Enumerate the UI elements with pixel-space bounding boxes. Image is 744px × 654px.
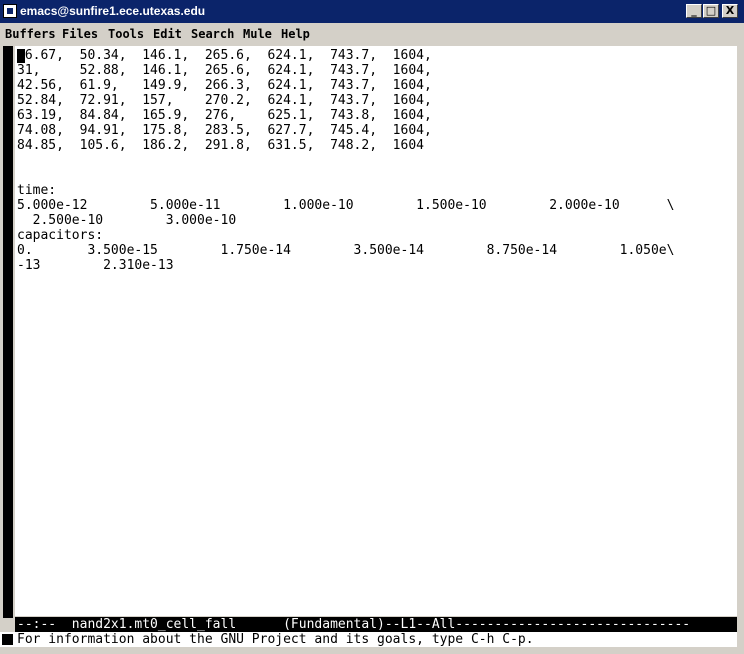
- mode-line: --:-- nand2x1.mt0_cell_fall (Fundamental…: [15, 617, 737, 632]
- buffer-line: time:: [17, 183, 57, 198]
- buffer-line: -13 2.310e-13: [17, 258, 174, 273]
- window-title: emacs@sunfire1.ece.utexas.edu: [20, 4, 206, 18]
- menu-edit[interactable]: Edit: [153, 27, 182, 42]
- menu-bar: Buffers Files Tools Edit Search Mule Hel…: [0, 24, 744, 45]
- buffer-line: 84.85, 105.6, 186.2, 291.8, 631.5, 748.2…: [17, 138, 424, 153]
- mode-line-text: --:-- nand2x1.mt0_cell_fall (Fundamental…: [17, 617, 691, 632]
- menu-search[interactable]: Search: [191, 27, 234, 42]
- window-frame-right: [737, 46, 744, 647]
- buffer-line: 42.56, 61.9, 149.9, 266.3, 624.1, 743.7,…: [17, 78, 432, 93]
- maximize-button[interactable]: □: [703, 4, 719, 18]
- window-frame-bottom: [0, 647, 744, 654]
- app-icon[interactable]: [3, 4, 17, 18]
- buffer-line: 52.84, 72.91, 157, 270.2, 624.1, 743.7, …: [17, 93, 432, 108]
- minibuffer-message: For information about the GNU Project an…: [17, 632, 534, 647]
- menu-help[interactable]: Help: [281, 27, 310, 42]
- minibuffer-indicator: [2, 634, 13, 645]
- buffer-content[interactable]: 26.67, 50.34, 146.1, 265.6, 624.1, 743.7…: [17, 48, 674, 273]
- vertical-scrollbar[interactable]: [0, 46, 15, 632]
- buffer-line: 0. 3.500e-15 1.750e-14 3.500e-14 8.750e-…: [17, 243, 675, 258]
- minibuffer[interactable]: For information about the GNU Project an…: [0, 632, 737, 647]
- buffer-line: 5.000e-12 5.000e-11 1.000e-10 1.500e-10 …: [17, 198, 675, 213]
- menu-tools[interactable]: Tools: [108, 27, 144, 42]
- buffer-line: 2.500e-10 3.000e-10: [17, 213, 237, 228]
- buffer-line: 26.67, 50.34, 146.1, 265.6, 624.1, 743.7…: [17, 48, 432, 63]
- menu-buffers[interactable]: Buffers: [5, 27, 56, 42]
- title-bar: emacs@sunfire1.ece.utexas.edu _ □ X: [0, 0, 744, 23]
- minimize-button[interactable]: _: [686, 4, 702, 18]
- text-cursor: [17, 49, 25, 63]
- buffer-line: 31, 52.88, 146.1, 265.6, 624.1, 743.7, 1…: [17, 63, 432, 78]
- menu-mule[interactable]: Mule: [243, 27, 272, 42]
- buffer-line: capacitors:: [17, 228, 104, 243]
- buffer-line: 63.19, 84.84, 165.9, 276, 625.1, 743.8, …: [17, 108, 432, 123]
- buffer-line: 74.08, 94.91, 175.8, 283.5, 627.7, 745.4…: [17, 123, 432, 138]
- scrollbar-thumb[interactable]: [3, 46, 13, 618]
- close-button[interactable]: X: [722, 4, 738, 18]
- menu-files[interactable]: Files: [62, 27, 98, 42]
- editor-text-area[interactable]: 26.67, 50.34, 146.1, 265.6, 624.1, 743.7…: [15, 46, 737, 616]
